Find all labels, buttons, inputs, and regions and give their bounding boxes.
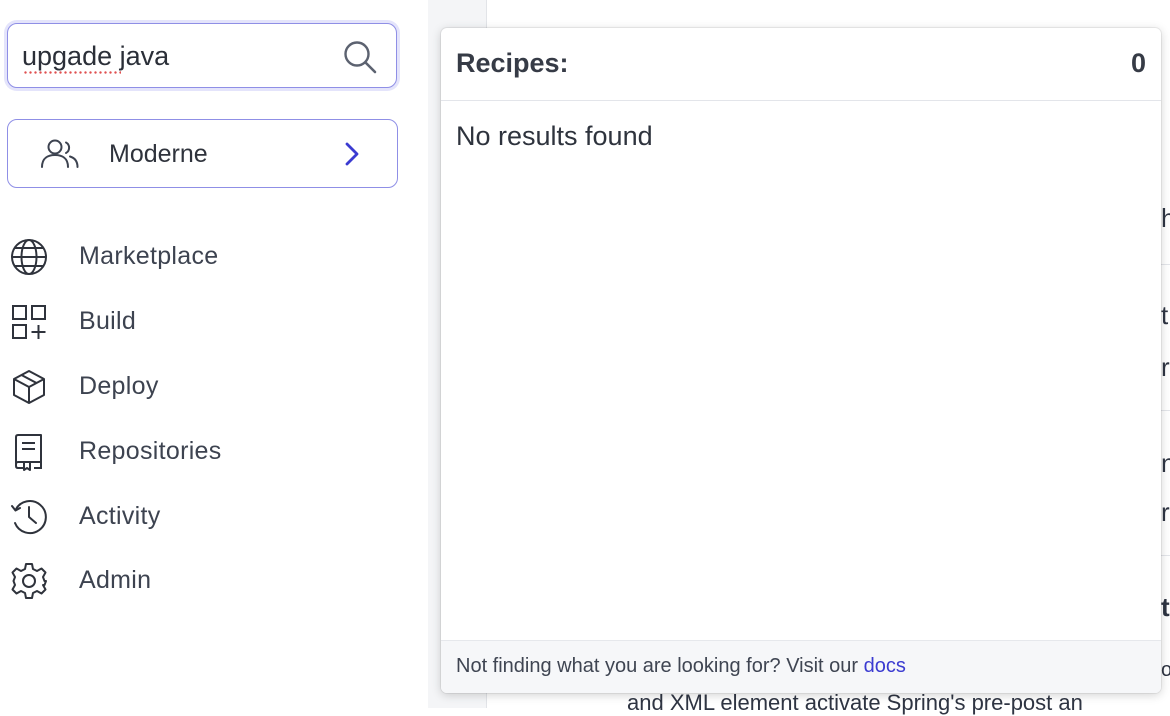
nav-item-admin[interactable]: Admin — [0, 556, 428, 606]
search-input[interactable] — [22, 38, 332, 74]
spellcheck-underline — [23, 71, 121, 74]
recipes-count: 0 — [1130, 48, 1146, 78]
sidebar: Moderne Marketplace Build D — [0, 0, 428, 708]
repository-icon — [15, 434, 42, 471]
footer-text: Not finding what you are looking for? Vi… — [456, 655, 906, 678]
background-text-fragment: t — [1161, 300, 1169, 330]
background-text-fragment: o — [1161, 659, 1170, 681]
nav-item-build[interactable]: Build — [0, 297, 428, 347]
users-icon — [41, 139, 79, 168]
nav-item-label: Repositories — [79, 437, 222, 465]
background-text-fragment: rt — [1161, 497, 1170, 527]
background-text-fragment: r — [1161, 352, 1170, 382]
search-results-popup: Recipes: 0 No results found Not finding … — [441, 28, 1161, 693]
footer-prompt: Not finding what you are looking for? Vi… — [456, 655, 859, 677]
globe-icon — [11, 239, 47, 275]
organization-label: Moderne — [109, 140, 208, 168]
nav-item-label: Marketplace — [79, 242, 219, 270]
nav-item-repositories[interactable]: Repositories — [0, 427, 428, 477]
background-text-fragment: h — [1161, 203, 1170, 233]
search-icon[interactable] — [342, 39, 378, 75]
nav-item-label: Activity — [79, 502, 161, 530]
nav-item-deploy[interactable]: Deploy — [0, 362, 428, 412]
nav-item-label: Admin — [79, 566, 152, 594]
chevron-right-icon — [345, 142, 359, 166]
organization-selector-button[interactable]: Moderne — [7, 119, 398, 188]
docs-link[interactable]: docs — [864, 655, 906, 677]
popup-header: Recipes: 0 — [441, 28, 1161, 101]
nav-item-activity[interactable]: Activity — [0, 492, 428, 542]
recipes-heading: Recipes: — [456, 48, 569, 78]
cube-icon — [13, 370, 45, 404]
background-bottom-text: and XML element activate Spring's pre-po… — [627, 690, 1083, 715]
nav-item-label: Deploy — [79, 372, 159, 400]
nav-item-marketplace[interactable]: Marketplace — [0, 232, 428, 282]
no-results-message: No results found — [456, 121, 653, 151]
popup-footer: Not finding what you are looking for? Vi… — [441, 640, 1161, 693]
nav-item-label: Build — [79, 307, 137, 335]
background-text-fragment: n — [1161, 448, 1170, 478]
search-box[interactable] — [7, 23, 397, 88]
gear-icon — [11, 563, 47, 599]
background-text-fragment: t — [1161, 592, 1170, 622]
history-clock-icon — [11, 500, 47, 535]
grid-plus-icon — [12, 305, 46, 339]
